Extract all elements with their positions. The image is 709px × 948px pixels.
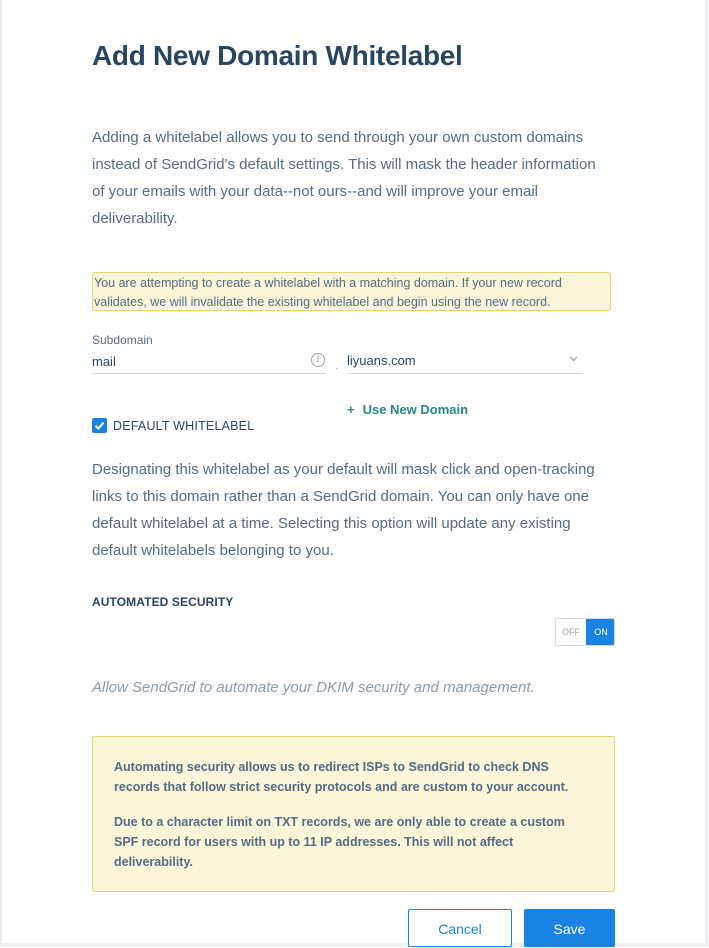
modal-title: Add New Domain Whitelabel	[92, 40, 463, 71]
note-paragraph-spf: Due to a character limit on TXT records,…	[114, 815, 565, 869]
subdomain-input[interactable]	[92, 349, 326, 374]
use-new-domain-link[interactable]: + Use New Domain	[347, 402, 468, 417]
automated-security-toggle[interactable]: OFF ON	[555, 618, 615, 646]
add-domain-whitelabel-modal: Add New Domain Whitelabel Adding a white…	[0, 0, 705, 947]
toggle-off-label[interactable]: OFF	[556, 619, 586, 645]
plus-icon: +	[347, 402, 355, 417]
automated-security-description: Allow SendGrid to automate your DKIM sec…	[92, 679, 535, 696]
use-new-domain-label: Use New Domain	[362, 402, 469, 417]
intro-text: Adding a whitelabel allows you to send t…	[92, 129, 596, 227]
domain-select-value: liyuans.com	[347, 353, 416, 368]
automated-security-heading: AUTOMATED SECURITY	[92, 595, 234, 609]
domain-separator: .	[335, 358, 339, 372]
domain-select[interactable]: liyuans.com	[347, 349, 583, 374]
chevron-down-icon	[569, 354, 578, 365]
toggle-on-label[interactable]: ON	[586, 619, 614, 645]
matching-domain-warning: You are attempting to create a whitelabe…	[92, 272, 611, 311]
save-button[interactable]: Save	[524, 909, 615, 947]
automated-security-note: Automating security allows us to redirec…	[92, 736, 615, 892]
default-whitelabel-description: Designating this whitelabel as your defa…	[92, 461, 595, 559]
check-icon	[94, 421, 105, 430]
note-paragraph-redirect: Automating security allows us to redirec…	[114, 760, 569, 794]
modal-scrollbar[interactable]	[705, 0, 709, 947]
cancel-button[interactable]: Cancel	[408, 909, 512, 947]
default-whitelabel-checkbox[interactable]	[92, 418, 107, 433]
subdomain-label: Subdomain	[92, 333, 153, 347]
default-whitelabel-label[interactable]: DEFAULT WHITELABEL	[113, 419, 254, 433]
info-icon[interactable]: i	[311, 353, 325, 367]
